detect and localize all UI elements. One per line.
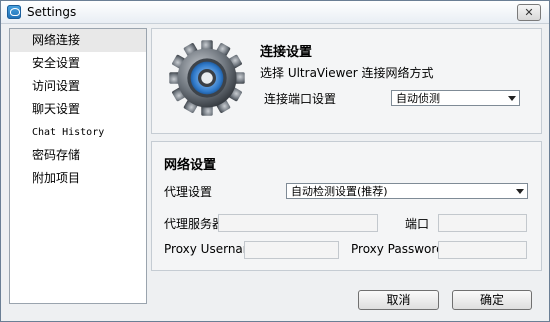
connection-port-label: 连接端口设置 [264,92,337,106]
connection-port-value: 自动侦测 [396,92,440,105]
proxy-port-input[interactable] [438,214,527,232]
sidebar-item-access[interactable]: 访问设置 [10,75,146,98]
chevron-down-icon [508,96,516,101]
app-icon [7,5,21,19]
settings-sidebar: 网络连接 安全设置 访问设置 聊天设置 Chat History 密码存储 附加… [9,28,147,304]
sidebar-item-network[interactable]: 网络连接 [10,29,146,52]
sidebar-item-chat[interactable]: 聊天设置 [10,98,146,121]
proxy-password-input[interactable] [438,241,527,259]
sidebar-item-addons[interactable]: 附加项目 [10,167,146,190]
proxy-settings-value: 自动检测设置(推荐) [291,185,388,198]
connection-settings-panel: 连接设置 选择 UltraViewer 连接网络方式 连接端口设置 自动侦测 [151,28,542,134]
cancel-button[interactable]: 取消 [358,290,439,310]
connection-description: 选择 UltraViewer 连接网络方式 [260,66,434,80]
sidebar-item-password-storage[interactable]: 密码存储 [10,144,146,167]
network-settings-title: 网络设置 [164,158,217,173]
network-settings-panel: 网络设置 代理设置 自动检测设置(推荐) 代理服务器 端口 Proxy User… [151,141,542,271]
window-title: Settings [27,5,77,19]
connection-port-select[interactable]: 自动侦测 [391,90,520,106]
chevron-down-icon [516,189,524,194]
proxy-settings-select[interactable]: 自动检测设置(推荐) [286,183,528,199]
proxy-server-label: 代理服务器 [164,217,225,231]
sidebar-item-security[interactable]: 安全设置 [10,52,146,75]
close-button[interactable]: ✕ [517,4,541,21]
proxy-port-label: 端口 [405,217,430,231]
proxy-settings-label: 代理设置 [164,185,213,199]
sidebar-item-chat-history[interactable]: Chat History [10,121,146,144]
proxy-password-label: Proxy Password [351,242,444,256]
settings-window: Settings ✕ 网络连接 安全设置 访问设置 聊天设置 Chat Hist… [0,0,550,322]
proxy-username-input[interactable] [244,241,339,259]
connection-settings-title: 连接设置 [260,45,313,60]
gear-icon [169,40,245,116]
proxy-server-input[interactable] [218,214,378,232]
title-bar: Settings ✕ [1,1,549,24]
ok-button[interactable]: 确定 [452,290,532,310]
